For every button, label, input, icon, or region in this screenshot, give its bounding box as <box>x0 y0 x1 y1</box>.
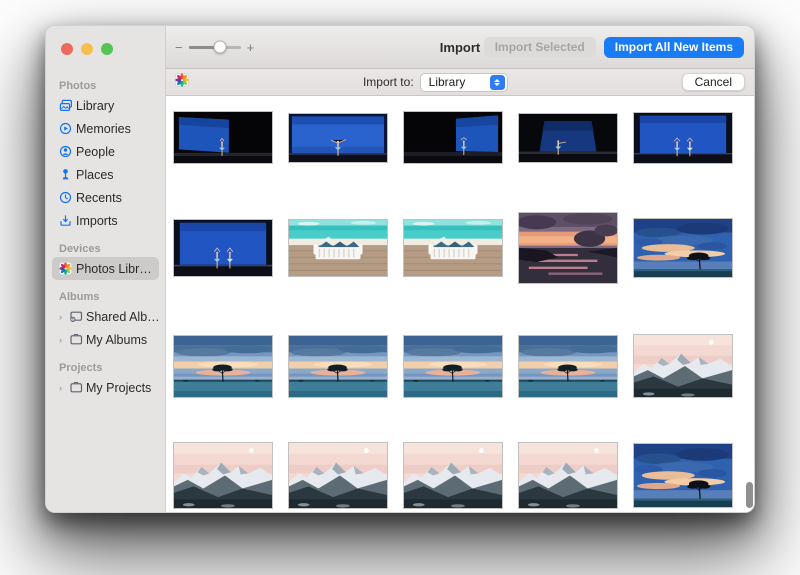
content-pane: − + Import Import Selected Import All Ne… <box>166 26 754 512</box>
desktop-background: Photos Library Memories People Places Re… <box>0 0 800 575</box>
photo-thumbnail-ballet-dark-center[interactable] <box>518 113 618 163</box>
album-icon <box>69 333 86 346</box>
photo-thumbnail-ballet-duo[interactable] <box>173 219 273 277</box>
sidebar-section-header: Projects <box>46 362 165 376</box>
window-controls <box>46 26 165 69</box>
photo-thumbnail-mountain-moon[interactable] <box>288 442 388 509</box>
people-icon <box>59 145 76 158</box>
import-all-new-items-button[interactable]: Import All New Items <box>604 37 744 58</box>
photo-thumbnail-ballet-blue[interactable] <box>288 113 388 163</box>
photos-library-icon <box>59 99 76 112</box>
sidebar-section-photos: Photos Library Memories People Places Re… <box>46 80 165 232</box>
sidebar-item-memories[interactable]: Memories <box>52 117 159 140</box>
photo-thumbnail-sunset-water[interactable] <box>518 212 618 284</box>
sidebar-item-label: Memories <box>76 122 131 136</box>
sidebar-section-header: Devices <box>46 243 165 257</box>
toolbar: − + Import Import Selected Import All Ne… <box>166 26 754 69</box>
window-title: Import <box>440 40 480 55</box>
photo-thumbnail-mountain-moon[interactable] <box>633 334 733 398</box>
sidebar-section-albums: Albums› Shared Alb…› My Albums <box>46 291 165 351</box>
photo-thumbnail-tree-savanna[interactable] <box>288 335 388 398</box>
zoom-slider-knob[interactable] <box>213 41 226 54</box>
minimize-button[interactable] <box>81 43 93 55</box>
sidebar-section-projects: Projects› My Projects <box>46 362 165 399</box>
sidebar-item-label: My Albums <box>86 333 147 347</box>
zoom-slider-track[interactable] <box>189 46 241 49</box>
zoom-out-icon[interactable]: − <box>175 40 183 55</box>
zoom-in-icon[interactable]: + <box>247 40 255 55</box>
destination-select[interactable]: Library <box>420 73 508 92</box>
album-icon <box>69 381 86 394</box>
sidebar-item-library[interactable]: Library <box>52 94 159 117</box>
sidebar-item-label: My Projects <box>86 381 151 395</box>
vertical-scrollbar-thumb[interactable] <box>746 482 753 508</box>
photo-thumbnail-beach-bench[interactable] <box>403 219 503 277</box>
sidebar-item-recents[interactable]: Recents <box>52 186 159 209</box>
photo-thumbnail-beach-bench[interactable] <box>288 219 388 277</box>
sidebar-item-label: Photos Libr… <box>76 262 152 276</box>
destination-value: Library <box>429 75 466 89</box>
sidebar-item-imports[interactable]: Imports <box>52 209 159 232</box>
disclosure-chevron-icon[interactable]: › <box>59 383 69 393</box>
disclosure-chevron-icon[interactable]: › <box>59 335 69 345</box>
memories-icon <box>59 122 76 135</box>
sidebar-item-label: Places <box>76 168 114 182</box>
photo-thumbnail-ballet-dark-right[interactable] <box>403 111 503 164</box>
import-selected-button[interactable]: Import Selected <box>484 37 596 58</box>
photos-import-window: Photos Library Memories People Places Re… <box>45 25 755 513</box>
photo-grid-row <box>173 334 754 398</box>
select-stepper-icon <box>490 75 505 90</box>
sidebar-section-header: Photos <box>46 80 165 94</box>
photo-thumbnail-mountain-moon[interactable] <box>518 442 618 509</box>
shared-album-icon <box>69 310 86 323</box>
sidebar-item-shared-alb[interactable]: › Shared Alb… <box>52 305 159 328</box>
sidebar-item-places[interactable]: Places <box>52 163 159 186</box>
photo-thumbnail-ballet-duo[interactable] <box>633 112 733 164</box>
photo-thumbnail-tree-savanna[interactable] <box>518 335 618 398</box>
sidebar-item-label: Shared Alb… <box>86 310 160 324</box>
photos-app-icon <box>59 262 76 275</box>
sidebar-item-my-projects[interactable]: › My Projects <box>52 376 159 399</box>
sidebar: Photos Library Memories People Places Re… <box>46 26 166 512</box>
import-to-label: Import to: <box>363 75 414 89</box>
import-to-group: Import to: Library <box>363 73 508 92</box>
sidebar-item-label: Imports <box>76 214 118 228</box>
sidebar-item-people[interactable]: People <box>52 140 159 163</box>
imports-icon <box>59 214 76 227</box>
photo-grid-row <box>173 111 754 164</box>
sidebar-section-devices: Devices Photos Libr… <box>46 243 165 280</box>
sidebar-nav: Photos Library Memories People Places Re… <box>46 80 165 399</box>
photo-thumbnail-tree-savanna[interactable] <box>403 335 503 398</box>
photo-grid-row <box>173 442 754 509</box>
sidebar-item-label: Recents <box>76 191 122 205</box>
sidebar-item-label: Library <box>76 99 114 113</box>
zoom-button[interactable] <box>101 43 113 55</box>
photo-thumbnail-tree-dramatic[interactable] <box>633 218 733 278</box>
sidebar-item-label: People <box>76 145 115 159</box>
photo-thumbnail-tree-dramatic[interactable] <box>633 443 733 508</box>
disclosure-chevron-icon[interactable]: › <box>59 312 69 322</box>
close-button[interactable] <box>61 43 73 55</box>
import-destination-bar: Import to: Library Cancel <box>166 69 754 96</box>
photo-grid <box>166 96 754 512</box>
cancel-button[interactable]: Cancel <box>682 73 745 91</box>
places-icon <box>59 168 76 181</box>
photo-thumbnail-mountain-moon[interactable] <box>173 442 273 509</box>
photo-thumbnail-ballet-dark-left[interactable] <box>173 111 273 164</box>
thumbnail-zoom-slider[interactable]: − + <box>175 40 254 55</box>
photos-app-icon <box>175 73 189 92</box>
photo-grid-row <box>173 212 754 284</box>
toolbar-buttons: Import Selected Import All New Items <box>484 37 754 58</box>
sidebar-item-my-albums[interactable]: › My Albums <box>52 328 159 351</box>
photo-thumbnail-mountain-moon[interactable] <box>403 442 503 509</box>
sidebar-item-photos-libr[interactable]: Photos Libr… <box>52 257 159 280</box>
sidebar-section-header: Albums <box>46 291 165 305</box>
recents-icon <box>59 191 76 204</box>
photo-thumbnail-tree-savanna[interactable] <box>173 335 273 398</box>
